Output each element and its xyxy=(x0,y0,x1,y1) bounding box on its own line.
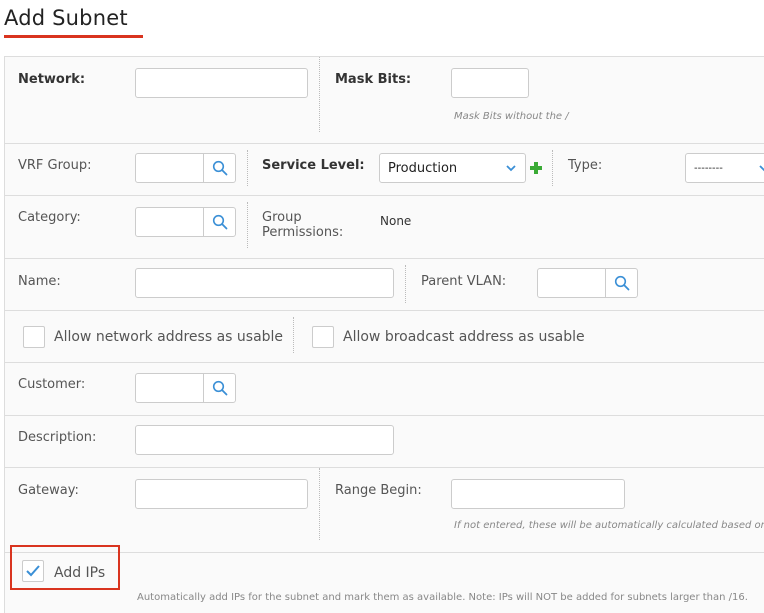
category-permissions-row: Category: Group Permissions: None xyxy=(5,196,764,259)
chevron-down-icon xyxy=(506,165,516,172)
name-label: Name: xyxy=(18,274,61,289)
plus-icon[interactable] xyxy=(530,162,542,174)
separator xyxy=(319,57,320,132)
description-row: Description: xyxy=(5,416,764,468)
category-lookup[interactable] xyxy=(135,207,236,237)
add-ips-hint: Automatically add IPs for the subnet and… xyxy=(137,592,748,603)
description-input[interactable] xyxy=(135,425,394,455)
allow-broadcast-label: Allow broadcast address as usable xyxy=(343,329,585,345)
add-ips-highlight xyxy=(10,545,120,590)
separator xyxy=(293,317,294,353)
gateway-label: Gateway: xyxy=(18,483,79,498)
customer-search-button[interactable] xyxy=(203,374,235,402)
mask-bits-hint: Mask Bits without the / xyxy=(454,111,569,122)
network-label: Network: xyxy=(18,72,86,87)
allow-address-row: Allow network address as usable Allow br… xyxy=(5,311,764,363)
title-underline xyxy=(4,35,143,38)
search-icon xyxy=(212,380,227,396)
separator xyxy=(552,150,553,186)
page-title: Add Subnet xyxy=(4,6,128,30)
group-permissions-label-2: Permissions: xyxy=(262,225,344,240)
description-label: Description: xyxy=(18,430,97,445)
gateway-range-row: Gateway: Range Begin: If not entered, th… xyxy=(5,468,764,553)
customer-lookup[interactable] xyxy=(135,373,236,403)
name-vlan-row: Name: Parent VLAN: xyxy=(5,259,764,311)
vrf-group-lookup[interactable] xyxy=(135,153,236,183)
vrf-group-search-button[interactable] xyxy=(203,154,235,182)
separator xyxy=(247,150,248,186)
separator xyxy=(405,265,406,303)
vrf-service-type-row: VRF Group: Service Level: Production Typ… xyxy=(5,144,764,196)
range-begin-input[interactable] xyxy=(451,479,625,509)
group-permissions-value: None xyxy=(380,214,412,228)
separator xyxy=(319,468,320,540)
type-value: -------- xyxy=(694,163,723,174)
search-icon xyxy=(614,275,629,291)
name-input[interactable] xyxy=(135,268,394,298)
allow-network-checkbox[interactable] xyxy=(23,326,45,348)
customer-label: Customer: xyxy=(18,377,86,392)
search-icon xyxy=(212,160,227,176)
search-icon xyxy=(212,214,227,230)
service-level-label: Service Level: xyxy=(262,158,365,173)
parent-vlan-lookup[interactable] xyxy=(537,268,638,298)
mask-bits-label: Mask Bits: xyxy=(335,72,412,87)
customer-row: Customer: xyxy=(5,363,764,416)
parent-vlan-label: Parent VLAN: xyxy=(421,274,507,289)
allow-broadcast-checkbox[interactable] xyxy=(312,326,334,348)
network-row: Network: Mask Bits: Mask Bits without th… xyxy=(5,57,764,144)
range-begin-label: Range Begin: xyxy=(335,483,422,498)
type-label: Type: xyxy=(568,158,603,173)
mask-bits-input[interactable] xyxy=(451,68,529,98)
range-begin-hint: If not entered, these will be automatica… xyxy=(454,520,764,531)
category-search-button[interactable] xyxy=(203,208,235,236)
vrf-group-label: VRF Group: xyxy=(18,158,92,173)
group-permissions-label-1: Group xyxy=(262,210,302,225)
service-level-select[interactable]: Production xyxy=(379,153,526,183)
add-subnet-form: Network: Mask Bits: Mask Bits without th… xyxy=(4,56,764,613)
chevron-down-icon xyxy=(759,165,764,172)
gateway-input[interactable] xyxy=(135,479,308,509)
category-label: Category: xyxy=(18,210,81,225)
separator xyxy=(247,202,248,248)
allow-network-label: Allow network address as usable xyxy=(54,329,284,345)
parent-vlan-search-button[interactable] xyxy=(605,269,637,297)
service-level-value: Production xyxy=(388,161,458,176)
type-select[interactable]: -------- xyxy=(685,153,764,183)
network-input[interactable] xyxy=(135,68,308,98)
